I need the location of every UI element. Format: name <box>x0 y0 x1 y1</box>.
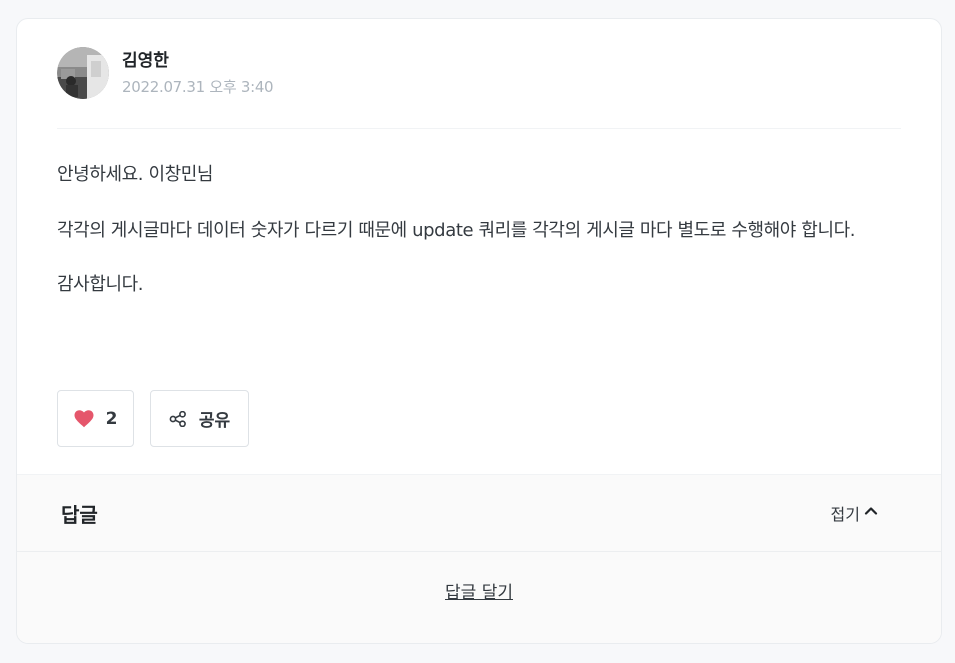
post-author: 김영한 2022.07.31 오후 3:40 <box>57 47 274 99</box>
replies-title: 답글 <box>61 502 98 527</box>
post-paragraph: 감사합니다. <box>57 274 144 295</box>
share-label: 공유 <box>198 411 231 431</box>
replies-section: 답글 접기 답글 달기 <box>17 474 941 643</box>
replies-header: 답글 접기 <box>17 475 941 552</box>
post-card: 김영한 2022.07.31 오후 3:40 안녕하세요. 이창민님 각각의 게… <box>16 18 942 644</box>
heart-icon <box>74 409 94 428</box>
post-paragraph: 안녕하세요. 이창민님 <box>57 164 214 185</box>
share-icon <box>169 410 187 427</box>
author-name[interactable]: 김영한 <box>122 49 273 73</box>
divider <box>57 128 901 129</box>
write-reply-link[interactable]: 답글 달기 <box>17 578 941 603</box>
post-date: 2022.07.31 오후 3:40 <box>122 77 274 96</box>
chevron-up-icon <box>860 503 879 523</box>
share-button[interactable]: 공유 <box>150 390 249 447</box>
like-count: 2 <box>105 408 118 429</box>
avatar[interactable] <box>57 47 109 99</box>
post-content: 안녕하세요. 이창민님 각각의 게시글마다 데이터 숫자가 다르기 때문에 up… <box>57 159 905 325</box>
like-button[interactable]: 2 <box>57 390 134 447</box>
post-actions: 2 공유 <box>57 390 249 447</box>
post-paragraph: 각각의 게시글마다 데이터 숫자가 다르기 때문에 update 쿼리를 각각의… <box>57 220 856 241</box>
collapse-toggle[interactable]: 접기 <box>831 501 879 525</box>
collapse-label: 접기 <box>830 505 860 524</box>
